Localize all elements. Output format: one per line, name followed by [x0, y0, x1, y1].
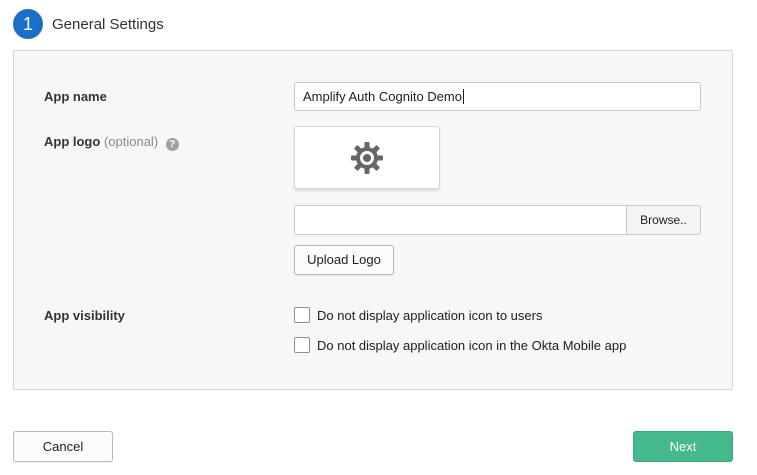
step-number-badge: 1: [13, 9, 43, 39]
next-button[interactable]: Next: [633, 431, 733, 462]
visibility-option-users[interactable]: Do not display application icon to users: [294, 307, 542, 323]
help-icon[interactable]: ?: [165, 138, 179, 151]
text-caret: [462, 89, 464, 104]
hide-icon-users-checkbox[interactable]: [294, 307, 310, 323]
logo-preview: [294, 126, 440, 189]
general-settings-page: 1 General Settings App name Amplify Auth…: [0, 0, 757, 475]
hide-icon-users-label: Do not display application icon to users: [317, 307, 543, 323]
optional-hint: (optional): [103, 134, 159, 149]
hide-icon-mobile-label: Do not display application icon in the O…: [317, 337, 627, 353]
app-visibility-label: App visibility: [44, 308, 125, 323]
visibility-option-mobile[interactable]: Do not display application icon in the O…: [294, 337, 626, 353]
cancel-button[interactable]: Cancel: [13, 431, 113, 462]
upload-logo-button[interactable]: Upload Logo: [294, 245, 394, 275]
gear-icon: [351, 141, 383, 174]
section-title: General Settings: [52, 16, 164, 33]
app-logo-label: App logo (optional) ?: [44, 134, 179, 151]
hide-icon-mobile-checkbox[interactable]: [294, 337, 310, 353]
app-name-label: App name: [44, 89, 107, 104]
app-name-input[interactable]: Amplify Auth Cognito Demo: [294, 82, 701, 111]
app-logo-label-text: App logo: [44, 134, 101, 149]
logo-file-field[interactable]: Browse..: [294, 205, 701, 235]
settings-panel: App name Amplify Auth Cognito Demo App l…: [13, 50, 733, 390]
app-name-label-text: App name: [44, 89, 107, 104]
app-visibility-label-text: App visibility: [44, 308, 125, 323]
app-name-value: Amplify Auth Cognito Demo: [303, 89, 462, 104]
browse-button[interactable]: Browse..: [626, 206, 700, 234]
